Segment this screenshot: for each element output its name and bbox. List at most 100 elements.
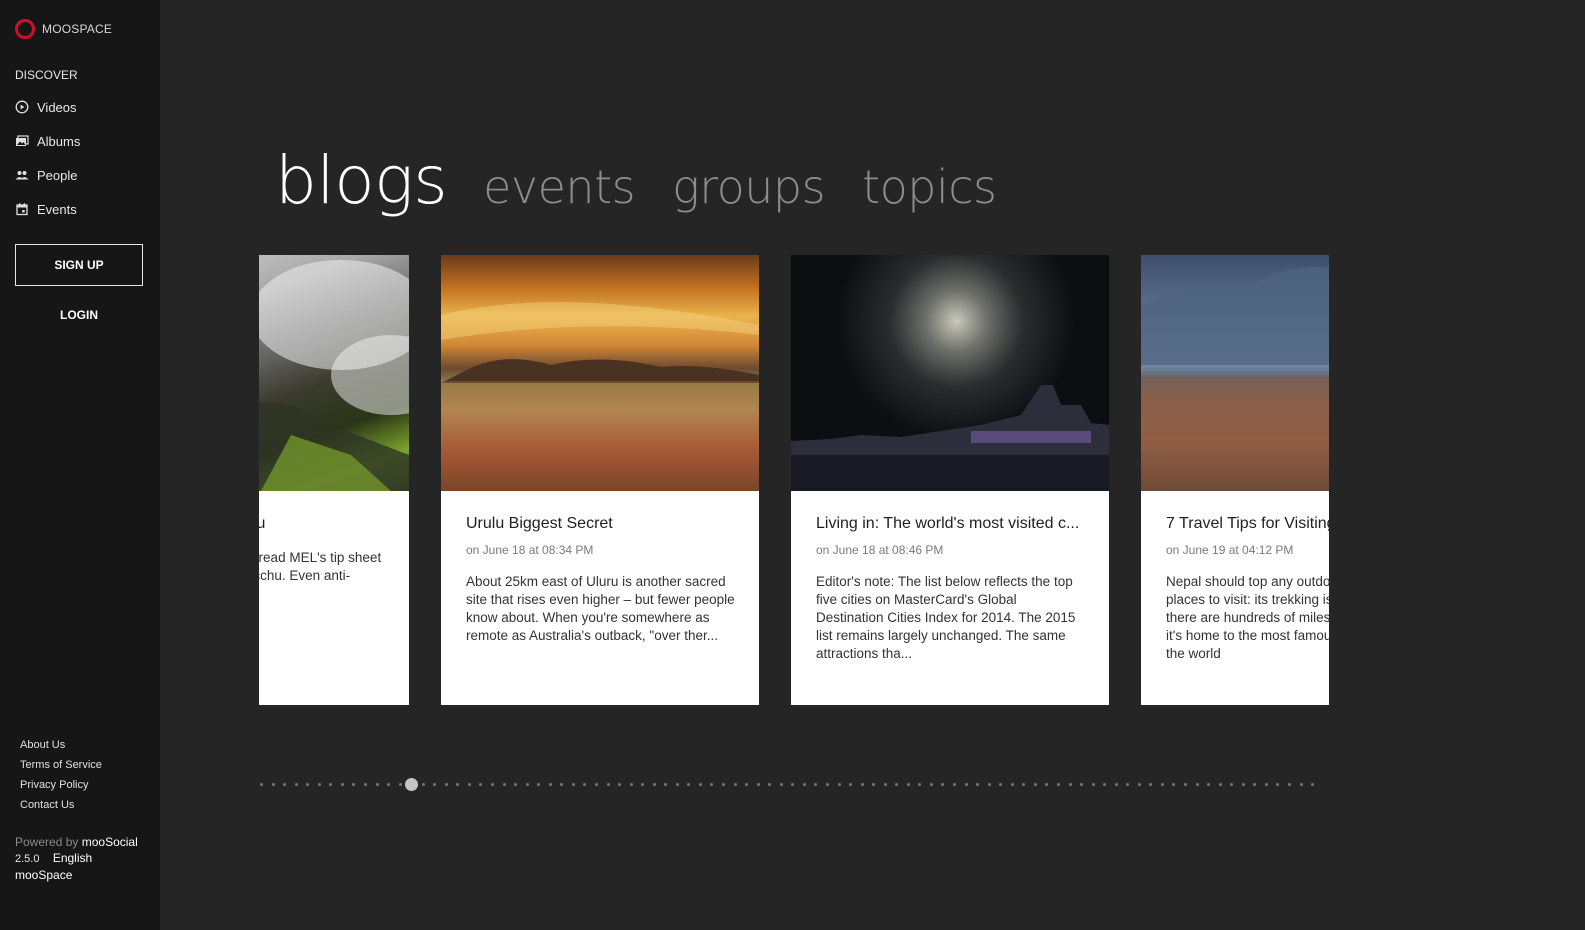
card-title[interactable]: Hiking Machu Picchu [259, 515, 385, 533]
sidebar-item-albums[interactable]: Albums [15, 124, 80, 158]
carousel-dot[interactable] [1207, 783, 1211, 786]
carousel-dot[interactable] [387, 783, 391, 786]
carousel-dot[interactable] [802, 783, 806, 786]
carousel-dot[interactable] [1045, 783, 1049, 786]
carousel-dot[interactable] [1091, 783, 1095, 786]
carousel-dot[interactable] [491, 783, 494, 786]
carousel-dot[interactable] [329, 783, 333, 786]
carousel-dot[interactable] [1172, 783, 1176, 786]
carousel-dot[interactable] [872, 783, 876, 786]
carousel-dot[interactable] [363, 783, 367, 786]
carousel-dot[interactable] [537, 783, 541, 786]
carousel-dot[interactable] [467, 783, 471, 786]
carousel-dot[interactable] [560, 783, 564, 786]
carousel-dot[interactable] [791, 783, 795, 786]
carousel-dot[interactable] [606, 783, 610, 786]
carousel-dot[interactable] [352, 783, 356, 786]
terms-of-service-link[interactable]: Terms of Service [20, 758, 102, 778]
carousel-dot[interactable] [664, 783, 668, 786]
carousel-dot[interactable] [1195, 783, 1199, 786]
card-title[interactable]: Living in: The world's most visited c... [816, 515, 1085, 533]
carousel-dot[interactable] [502, 783, 506, 786]
logo[interactable]: MOOSPACE [15, 19, 112, 39]
tab-topics[interactable]: topics [862, 160, 997, 214]
card-title[interactable]: Urulu Biggest Secret [466, 515, 735, 533]
carousel-dot[interactable] [629, 783, 633, 786]
carousel-dot[interactable] [421, 783, 425, 786]
carousel-dot[interactable] [849, 783, 853, 786]
carousel-dot[interactable] [929, 783, 933, 786]
carousel-dot[interactable] [583, 783, 587, 786]
carousel-dot[interactable] [1160, 783, 1164, 786]
carousel-dot[interactable] [976, 783, 980, 786]
carousel-dot[interactable] [918, 783, 922, 786]
powered-by-brand[interactable]: mooSocial [82, 835, 138, 849]
carousel-dot[interactable] [1241, 783, 1245, 786]
carousel-dot[interactable] [906, 783, 910, 786]
about-us-link[interactable]: About Us [20, 738, 102, 758]
carousel-dot-active[interactable] [405, 778, 419, 791]
carousel-dot[interactable] [1022, 783, 1026, 786]
carousel-dot[interactable] [987, 783, 991, 786]
carousel-dot[interactable] [999, 783, 1003, 786]
carousel-dot[interactable] [433, 783, 437, 786]
carousel-dot[interactable] [964, 783, 968, 786]
carousel-dot[interactable] [1080, 783, 1084, 786]
blog-card[interactable]: Hiking Machu Picchu If you visit the Los… [259, 255, 409, 705]
carousel-dot[interactable] [294, 783, 298, 786]
carousel-dot[interactable] [1114, 783, 1118, 786]
carousel-dot[interactable] [1056, 783, 1060, 786]
carousel-dot[interactable] [756, 783, 760, 786]
carousel-dot[interactable] [941, 783, 945, 786]
carousel-dot[interactable] [733, 783, 737, 786]
carousel-dot[interactable] [1311, 783, 1315, 786]
blog-card[interactable]: Living in: The world's most visited c...… [791, 255, 1109, 705]
carousel-dot[interactable] [698, 783, 702, 786]
carousel-dot[interactable] [1299, 783, 1303, 786]
blog-card[interactable]: Urulu Biggest Secret on June 18 at 08:34… [441, 255, 759, 705]
carousel-dot[interactable] [652, 783, 656, 786]
tab-groups[interactable]: groups [672, 160, 825, 214]
carousel-dot[interactable] [283, 783, 287, 786]
signup-button[interactable]: SIGN UP [15, 244, 143, 286]
language-selector[interactable]: English [53, 851, 92, 865]
carousel-dot[interactable] [1010, 783, 1014, 786]
login-button[interactable]: LOGIN [15, 308, 143, 322]
carousel-dot[interactable] [375, 783, 379, 786]
carousel-dot[interactable] [548, 783, 552, 786]
carousel-dot[interactable] [1218, 783, 1222, 786]
sidebar-item-videos[interactable]: Videos [15, 90, 80, 124]
carousel-dot[interactable] [571, 783, 575, 786]
carousel-dot[interactable] [1126, 783, 1130, 786]
carousel-dot[interactable] [1264, 783, 1268, 786]
card-title[interactable]: 7 Travel Tips for Visiting Nepal [1166, 515, 1329, 533]
carousel-dot[interactable] [825, 783, 829, 786]
carousel-dot[interactable] [953, 783, 956, 786]
carousel-dot[interactable] [317, 783, 321, 786]
carousel-dot[interactable] [1068, 783, 1072, 786]
carousel-dot[interactable] [1287, 783, 1291, 786]
carousel-dot[interactable] [745, 783, 749, 786]
carousel-dot[interactable] [883, 783, 887, 786]
carousel-dot[interactable] [306, 783, 310, 786]
carousel-dot[interactable] [768, 783, 772, 786]
carousel-dot[interactable] [779, 783, 783, 786]
blog-carousel[interactable]: Hiking Machu Picchu If you visit the Los… [259, 255, 1329, 705]
carousel-dot[interactable] [641, 783, 645, 786]
carousel-dot[interactable] [456, 783, 460, 786]
carousel-dot[interactable] [1103, 783, 1107, 786]
carousel-dot[interactable] [710, 783, 714, 786]
carousel-dot[interactable] [687, 783, 691, 786]
carousel-dot[interactable] [340, 783, 344, 786]
carousel-dot[interactable] [594, 783, 598, 786]
sidebar-item-events[interactable]: Events [15, 192, 80, 226]
carousel-dot[interactable] [1137, 783, 1141, 786]
carousel-dot[interactable] [837, 783, 841, 786]
carousel-dot[interactable] [479, 783, 483, 786]
carousel-dot[interactable] [618, 783, 622, 786]
carousel-dot[interactable] [1184, 783, 1187, 786]
carousel-dot[interactable] [1149, 783, 1153, 786]
carousel-dot[interactable] [444, 783, 448, 786]
carousel-dot[interactable] [398, 783, 402, 786]
carousel-dot[interactable] [675, 783, 679, 786]
